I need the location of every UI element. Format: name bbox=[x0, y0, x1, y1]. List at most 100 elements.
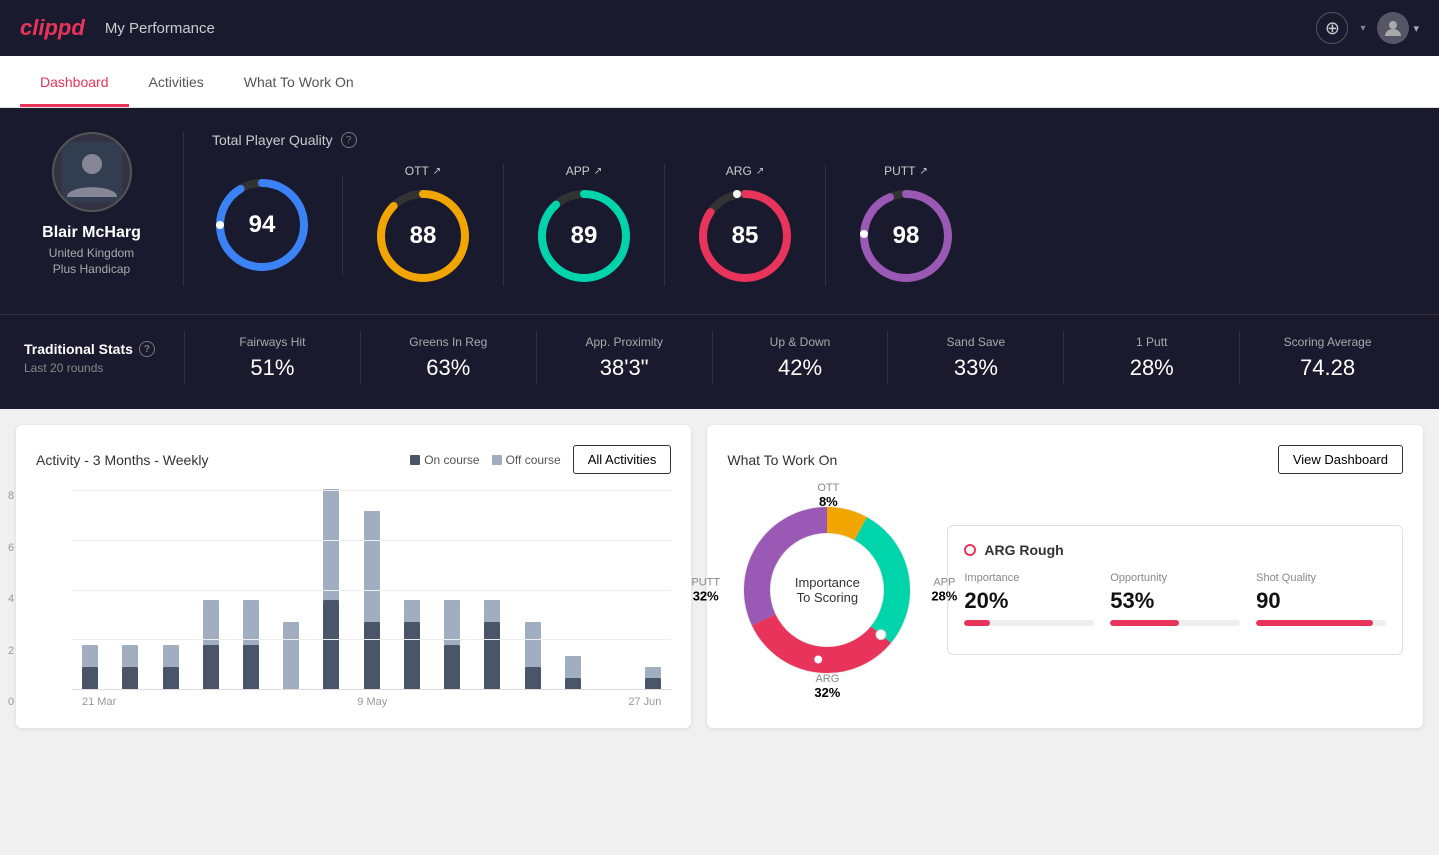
bar-group bbox=[112, 645, 148, 689]
stat-name: Sand Save bbox=[947, 335, 1006, 349]
avatar-icon bbox=[1383, 18, 1403, 38]
chart-title: Activity - 3 Months - Weekly bbox=[36, 452, 208, 468]
bar-on-course bbox=[404, 622, 420, 689]
donut-arg-marker bbox=[814, 654, 824, 664]
gauge-label-putt: PUTT ↗ bbox=[884, 164, 928, 178]
bar-on-course bbox=[203, 645, 219, 689]
all-activities-button[interactable]: All Activities bbox=[573, 445, 672, 474]
gauge-label-arg: ARG ↗ bbox=[726, 164, 764, 178]
logo: clippd bbox=[20, 15, 85, 41]
legend-off-course: Off course bbox=[492, 453, 561, 467]
arg-metric-fill bbox=[1256, 620, 1373, 626]
y-label: 8 bbox=[8, 490, 14, 502]
gauge-arg: ARG ↗ 85 bbox=[665, 164, 826, 286]
gauge-value-ott: 88 bbox=[410, 222, 437, 250]
view-dashboard-button[interactable]: View Dashboard bbox=[1278, 445, 1403, 474]
donut-label-ott: OTT 8% bbox=[817, 482, 839, 509]
stat-item: Scoring Average 74.28 bbox=[1239, 331, 1415, 385]
player-photo bbox=[62, 142, 122, 202]
gauge-main: 94 bbox=[212, 175, 343, 275]
bar-on-course bbox=[565, 678, 581, 689]
stat-item: Sand Save 33% bbox=[887, 331, 1063, 385]
y-axis-labels: 86420 bbox=[8, 490, 14, 708]
y-label: 0 bbox=[8, 696, 14, 708]
tab-dashboard[interactable]: Dashboard bbox=[20, 56, 129, 107]
donut-ott-marker bbox=[840, 517, 850, 527]
gauge-value-main: 94 bbox=[249, 211, 276, 239]
player-avatar bbox=[52, 132, 132, 212]
chart-wrapper: 86420 bbox=[36, 490, 671, 708]
work-header: What To Work On View Dashboard bbox=[727, 445, 1403, 474]
gauge-label-ott: OTT ↗ bbox=[405, 164, 441, 178]
gauge-circle-putt: 98 bbox=[856, 186, 956, 286]
donut-segment-app bbox=[861, 529, 897, 635]
quality-section: Total Player Quality ? 94 OTT ↗ bbox=[184, 132, 1415, 286]
tab-activities[interactable]: Activities bbox=[129, 56, 224, 107]
x-label: 9 May bbox=[357, 696, 387, 708]
gauge-circle-main: 94 bbox=[212, 175, 312, 275]
stat-value: 28% bbox=[1130, 355, 1174, 381]
y-label: 2 bbox=[8, 645, 14, 657]
add-button[interactable]: ⊕ bbox=[1316, 12, 1348, 44]
activity-chart-card: Activity - 3 Months - Weekly On course O… bbox=[16, 425, 691, 728]
bar-off-course bbox=[243, 600, 259, 644]
stat-name: Up & Down bbox=[770, 335, 831, 349]
quality-header: Total Player Quality ? bbox=[212, 132, 1415, 148]
stat-value: 38'3" bbox=[600, 355, 649, 381]
on-course-dot bbox=[410, 455, 420, 465]
off-course-dot bbox=[492, 455, 502, 465]
arg-title: ARG Rough bbox=[964, 542, 1386, 558]
bar-group bbox=[273, 622, 309, 689]
x-label: 27 Jun bbox=[628, 696, 661, 708]
gauge-app: APP ↗ 89 bbox=[504, 164, 665, 286]
chevron-icon: ▾ bbox=[1360, 23, 1365, 34]
arg-metric-value: 90 bbox=[1256, 588, 1386, 614]
quality-title: Total Player Quality bbox=[212, 132, 333, 148]
gauge-label-app: APP ↗ bbox=[566, 164, 602, 178]
bar-off-course bbox=[163, 645, 179, 667]
bar-group bbox=[72, 645, 108, 689]
bar-group bbox=[474, 600, 510, 689]
gauge-value-putt: 98 bbox=[893, 222, 920, 250]
bar-off-course bbox=[645, 667, 661, 678]
bar-on-course bbox=[82, 667, 98, 689]
putt-arrow-icon: ↗ bbox=[919, 166, 927, 177]
tab-what-to-work-on[interactable]: What To Work On bbox=[224, 56, 374, 107]
bar-off-course bbox=[283, 622, 299, 689]
bar-on-course bbox=[645, 678, 661, 689]
stats-label: Traditional Stats ? Last 20 rounds bbox=[24, 341, 184, 375]
stat-item: App. Proximity 38'3" bbox=[536, 331, 712, 385]
bar-group bbox=[394, 600, 430, 689]
arg-metric-label: Shot Quality bbox=[1256, 572, 1386, 584]
stat-name: App. Proximity bbox=[585, 335, 662, 349]
arg-metric: Shot Quality 90 bbox=[1256, 572, 1386, 626]
hero-section: Blair McHarg United Kingdom Plus Handica… bbox=[0, 108, 1439, 314]
quality-help-icon[interactable]: ? bbox=[341, 132, 357, 148]
app-header: clippd My Performance ⊕ ▾ ▾ bbox=[0, 0, 1439, 56]
gauge-circle-arg: 85 bbox=[695, 186, 795, 286]
bar-on-course bbox=[163, 667, 179, 689]
bar-off-course bbox=[404, 600, 420, 622]
donut-label-arg: ARG 32% bbox=[814, 673, 840, 700]
bar-off-course bbox=[525, 622, 541, 666]
bar-off-course bbox=[203, 600, 219, 644]
stat-name: Scoring Average bbox=[1284, 335, 1372, 349]
ott-arrow-icon: ↗ bbox=[433, 166, 441, 177]
bar-off-course bbox=[82, 645, 98, 667]
arg-arrow-icon: ↗ bbox=[756, 166, 764, 177]
stats-help-icon[interactable]: ? bbox=[139, 341, 155, 357]
arg-metric: Importance 20% bbox=[964, 572, 1094, 626]
stat-value: 74.28 bbox=[1300, 355, 1355, 381]
player-card: Blair McHarg United Kingdom Plus Handica… bbox=[24, 132, 184, 286]
player-country: United Kingdom bbox=[49, 246, 134, 260]
gauge-circle-app: 89 bbox=[534, 186, 634, 286]
player-name: Blair McHarg bbox=[42, 224, 141, 242]
gauge-putt: PUTT ↗ 98 bbox=[826, 164, 986, 286]
gauge-circle-ott: 88 bbox=[373, 186, 473, 286]
stat-item: Fairways Hit 51% bbox=[184, 331, 360, 385]
stat-name: Greens In Reg bbox=[409, 335, 487, 349]
user-avatar-button[interactable]: ▾ bbox=[1377, 12, 1419, 44]
arg-metric-value: 20% bbox=[964, 588, 1094, 614]
bar-off-course bbox=[484, 600, 500, 622]
avatar bbox=[1377, 12, 1409, 44]
